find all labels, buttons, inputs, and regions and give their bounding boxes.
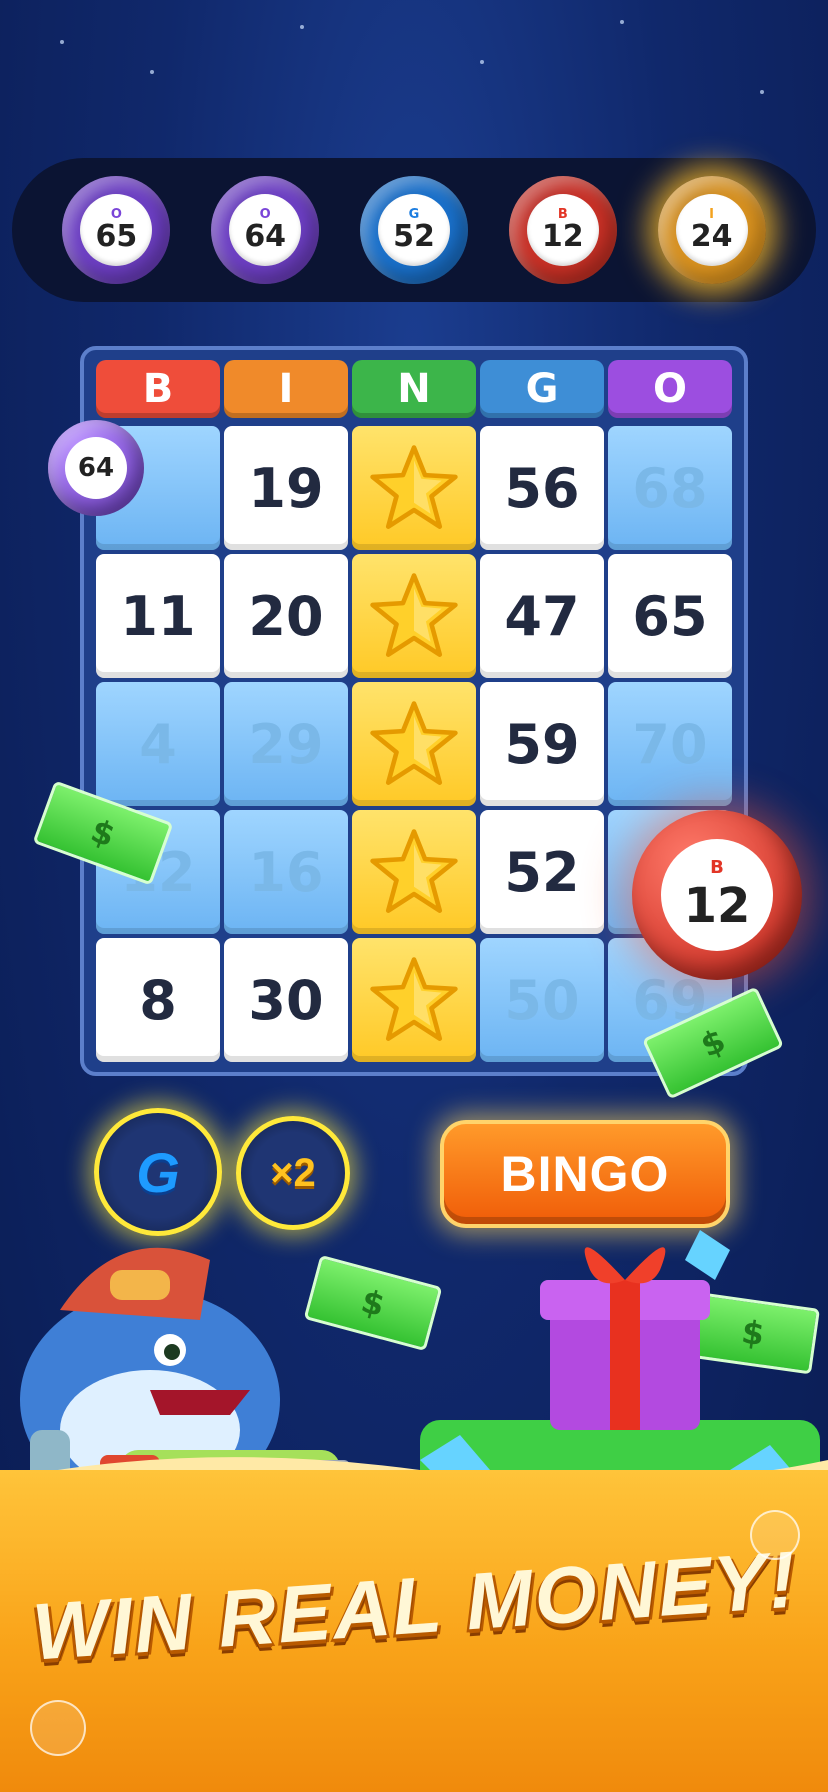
bingo-cell[interactable]: 16 xyxy=(224,810,348,934)
called-balls-tray: O 65 O 64 G 52 B 12 I 24 xyxy=(12,158,816,302)
bingo-grid: 19 56 68 11 20 47 65 4 29 59 70 12 16 52 8 30 50 69 xyxy=(96,426,732,1062)
free-star-cell[interactable] xyxy=(352,810,476,934)
bingo-cell[interactable]: 50 xyxy=(480,938,604,1062)
bingo-cell[interactable]: 8 xyxy=(96,938,220,1062)
called-ball: O 65 xyxy=(62,176,171,284)
star-icon xyxy=(370,957,458,1041)
column-header-g: G xyxy=(480,360,604,418)
ball-face: B 12 xyxy=(526,194,599,266)
bubble-icon xyxy=(750,1510,800,1560)
free-star-cell[interactable] xyxy=(352,426,476,550)
bingo-button[interactable]: BINGO xyxy=(440,1120,730,1228)
ball-face: O 64 xyxy=(229,194,302,266)
column-header-n: N xyxy=(352,360,476,418)
star-icon xyxy=(370,829,458,913)
bingo-card: BINGO 19 56 68 11 20 47 65 4 29 59 70 12 16 52 8 30 50 69 xyxy=(80,346,748,1076)
ball-face: I 24 xyxy=(675,194,748,266)
bingo-cell[interactable]: 19 xyxy=(224,426,348,550)
ball-number: 52 xyxy=(393,218,435,254)
bingo-cell[interactable]: 68 xyxy=(608,426,732,550)
star-icon xyxy=(370,573,458,657)
bingo-cell[interactable]: 47 xyxy=(480,554,604,678)
bingo-cell[interactable]: 11 xyxy=(96,554,220,678)
ball-face: G 52 xyxy=(377,194,450,266)
bingo-cell[interactable]: 59 xyxy=(480,682,604,806)
bingo-cell[interactable]: 56 xyxy=(480,426,604,550)
star-icon xyxy=(370,445,458,529)
bingo-cell[interactable]: 4 xyxy=(96,682,220,806)
free-star-cell[interactable] xyxy=(352,938,476,1062)
bingo-cell[interactable]: 70 xyxy=(608,682,732,806)
star-icon xyxy=(370,701,458,785)
column-header-i: I xyxy=(224,360,348,418)
free-star-cell[interactable] xyxy=(352,554,476,678)
flying-ball-left-number: 64 xyxy=(77,453,115,483)
bingo-cell[interactable]: 29 xyxy=(224,682,348,806)
bingo-cell[interactable]: 30 xyxy=(224,938,348,1062)
bingo-cell[interactable]: 20 xyxy=(224,554,348,678)
ball-number: 65 xyxy=(95,218,138,254)
bubble-icon xyxy=(30,1700,86,1756)
ball-number: 64 xyxy=(244,218,287,254)
flying-ball-left: 64 xyxy=(48,420,144,516)
called-ball: G 52 xyxy=(359,176,468,284)
free-star-cell[interactable] xyxy=(352,682,476,806)
flying-ball-right-letter: B xyxy=(710,856,724,878)
g-booster-label: G xyxy=(136,1140,180,1204)
flying-ball-right-number: 12 xyxy=(683,877,751,934)
called-ball: I 24 xyxy=(657,176,766,284)
ball-number: 24 xyxy=(690,218,733,254)
bingo-cell[interactable]: 52 xyxy=(480,810,604,934)
called-ball: O 64 xyxy=(211,176,320,284)
ball-face: O 65 xyxy=(80,194,153,266)
called-ball: B 12 xyxy=(508,176,617,284)
bingo-header-row: BINGO xyxy=(96,360,732,418)
ball-number: 12 xyxy=(541,218,584,254)
column-header-o: O xyxy=(608,360,732,418)
double-booster-label: ×2 xyxy=(270,1150,316,1195)
column-header-b: B xyxy=(96,360,220,418)
flying-ball-right: B 12 xyxy=(632,810,802,980)
bingo-cell[interactable]: 65 xyxy=(608,554,732,678)
